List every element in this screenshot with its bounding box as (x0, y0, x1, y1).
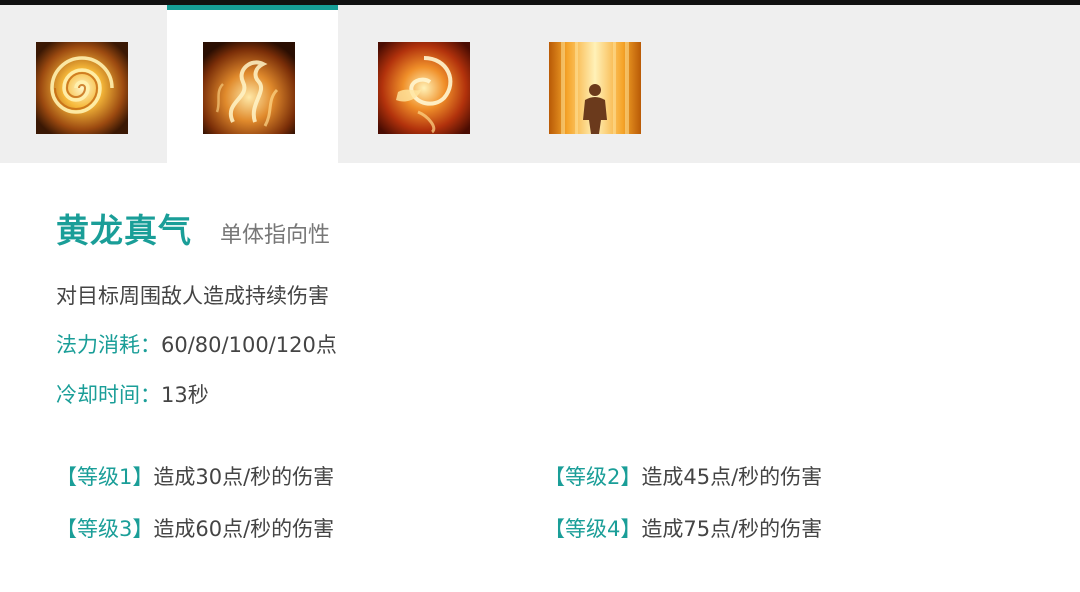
level-2-text: 造成45点/秒的伤害 (641, 465, 823, 489)
skill-name: 黄龙真气 (56, 211, 192, 250)
cooldown-row: 冷却时间：13秒 (56, 379, 209, 409)
level-4-tag: 【等级4】 (544, 517, 642, 541)
golden-dragon-qi-icon (203, 42, 295, 134)
skill-header: 黄龙真气 单体指向性 (56, 204, 330, 252)
mana-cost-row: 法力消耗：60/80/100/120点 (56, 329, 337, 359)
level-1-tag: 【等级1】 (56, 465, 154, 489)
level-4-effect: 【等级4】造成75点/秒的伤害 (544, 513, 822, 543)
skill-tab-bar (0, 5, 1080, 163)
mana-cost-label: 法力消耗： (56, 333, 161, 357)
level-3-tag: 【等级3】 (56, 517, 154, 541)
golden-vortex-icon (36, 42, 128, 134)
mana-cost-value: 60/80/100/120点 (161, 333, 337, 357)
level-1-effect: 【等级1】造成30点/秒的伤害 (56, 461, 334, 491)
level-4-text: 造成75点/秒的伤害 (641, 517, 823, 541)
skill-tab-4[interactable] (509, 5, 680, 163)
skill-tab-2[interactable] (167, 5, 338, 163)
level-2-tag: 【等级2】 (544, 465, 642, 489)
skill-type: 单体指向性 (220, 223, 331, 248)
level-1-text: 造成30点/秒的伤害 (153, 465, 335, 489)
fire-phoenix-icon (378, 42, 470, 134)
cooldown-value: 13秒 (161, 383, 209, 407)
skill-description: 对目标周围敌人造成持续伤害 (56, 284, 329, 308)
level-2-effect: 【等级2】造成45点/秒的伤害 (544, 461, 822, 491)
level-3-text: 造成60点/秒的伤害 (153, 517, 335, 541)
level-3-effect: 【等级3】造成60点/秒的伤害 (56, 513, 334, 543)
cooldown-label: 冷却时间： (56, 383, 161, 407)
golden-aura-figure-icon (549, 42, 641, 134)
skill-tab-3[interactable] (338, 5, 509, 163)
skill-tab-1[interactable] (0, 5, 171, 163)
